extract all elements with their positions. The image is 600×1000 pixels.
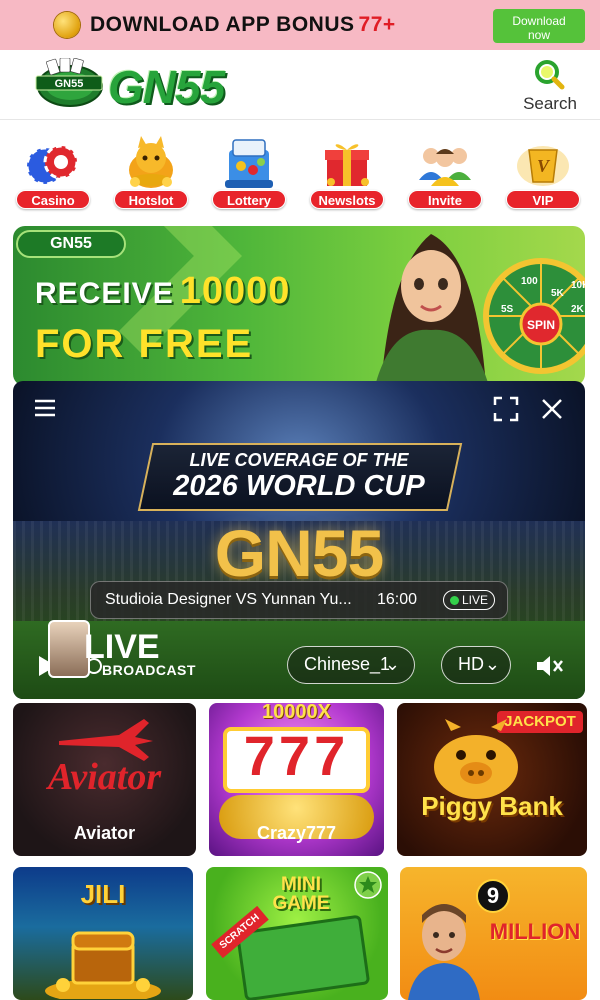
- match-name: Studioia Designer VS Yunnan Yu...: [105, 591, 352, 608]
- category-label: Lottery: [212, 190, 286, 209]
- number-badge: 9: [476, 879, 510, 913]
- spin-label: SPIN: [527, 318, 555, 332]
- svg-text:10K: 10K: [571, 280, 585, 291]
- game-tile-million[interactable]: 9 MILLION: [400, 867, 587, 1000]
- svg-text:V: V: [537, 156, 551, 176]
- bonus-amount: 77+: [358, 13, 396, 36]
- download-label-line1: Download: [512, 13, 566, 28]
- promo-headline: RECEIVE 10000: [35, 270, 291, 312]
- treasure-chest-icon: [45, 931, 161, 999]
- match-info-bar[interactable]: Studioia Designer VS Yunnan Yu... 16:00 …: [90, 581, 508, 619]
- casino-chips-icon: [25, 144, 79, 186]
- category-hotslot[interactable]: Hotslot: [111, 130, 191, 212]
- coverage-subtitle: 2026 WORLD CUP: [173, 470, 425, 502]
- coverage-title: LIVE COVERAGE OF THE: [189, 450, 409, 470]
- video-brand: GN55: [214, 516, 384, 590]
- presenter-illustration: [408, 904, 480, 1000]
- category-vip[interactable]: V VIP: [503, 130, 583, 212]
- game-tile-aviator[interactable]: Aviator Aviator: [13, 703, 196, 856]
- category-label: Casino: [16, 190, 90, 209]
- menu-icon[interactable]: [32, 395, 58, 421]
- mute-icon[interactable]: [534, 652, 564, 680]
- category-casino[interactable]: Casino: [13, 130, 93, 212]
- category-label: Hotslot: [114, 190, 188, 209]
- game-tile-crazy777[interactable]: 10000X 777 Crazy777: [209, 703, 384, 856]
- lottery-machine-icon: [225, 139, 273, 188]
- category-newslots[interactable]: Newslots: [307, 130, 387, 212]
- category-label: VIP: [506, 190, 580, 209]
- promo-amount: 10000: [179, 270, 291, 312]
- gold-coin-icon: [54, 12, 80, 38]
- game-tile-piggy-bank[interactable]: JACKPOT Piggy Bank: [397, 703, 587, 856]
- logo-badge-icon[interactable]: GN55: [30, 58, 108, 110]
- airplane-icon: [59, 719, 153, 761]
- game-name: JILI: [80, 879, 126, 909]
- svg-text:5K: 5K: [551, 288, 565, 299]
- star-icon: [354, 871, 382, 899]
- category-lottery[interactable]: Lottery: [209, 130, 289, 212]
- game-name: Aviator: [73, 823, 136, 843]
- game-name: Crazy777: [256, 823, 337, 843]
- chevron-down-icon: ⌄: [484, 654, 500, 674]
- game-name: MILLION: [489, 919, 581, 944]
- download-label-line2: now: [527, 27, 550, 42]
- language-select[interactable]: Chinese_1 ⌄: [287, 646, 415, 684]
- svg-text:2K: 2K: [571, 304, 585, 315]
- fullscreen-icon[interactable]: [492, 395, 520, 423]
- category-label: Invite: [408, 190, 482, 209]
- gift-box-icon: [325, 144, 369, 186]
- people-group-icon: [419, 148, 471, 186]
- svg-text:5S: 5S: [501, 304, 514, 315]
- aviator-logo-text: Aviator: [47, 756, 162, 798]
- category-label: Newslots: [310, 190, 384, 209]
- lucky-cat-icon: [129, 136, 173, 188]
- bonus-text: DOWNLOAD APP BONUS 77+: [90, 13, 396, 36]
- vip-crown-icon: V: [517, 146, 569, 186]
- logo-badge-text: GN55: [55, 78, 84, 90]
- logo-wordmark[interactable]: GN55: [108, 60, 225, 114]
- live-status-badge: LIVE: [443, 590, 495, 610]
- category-nav: Casino Hotslot Lottery Newslots Invite V…: [0, 130, 600, 220]
- game-tile-mini-game[interactable]: MINI GAME SCRATCH: [206, 867, 388, 1000]
- game-name: Piggy Bank: [421, 791, 563, 821]
- search-button[interactable]: Search: [518, 58, 582, 114]
- chevron-down-icon: ⌄: [384, 654, 400, 674]
- live-broadcast-subtitle: BROADCAST: [102, 662, 196, 678]
- multiplier-text: 10000X: [262, 703, 331, 723]
- search-icon: [535, 60, 565, 90]
- slot-reels-text: 777: [243, 724, 350, 787]
- promo-subheadline: FOR FREE: [35, 322, 254, 366]
- search-label: Search: [523, 94, 577, 113]
- game-tile-jili[interactable]: JILI: [13, 867, 193, 1000]
- game-name: MINI GAME: [272, 874, 330, 914]
- quality-select[interactable]: HD ⌄: [441, 646, 511, 684]
- svg-text:100: 100: [521, 276, 538, 287]
- prize-wheel-icon: 100 5K 10K 2K 5S SPIN: [483, 258, 585, 374]
- live-dot-icon: [450, 596, 459, 605]
- category-invite[interactable]: Invite: [405, 130, 485, 212]
- promo-tag: GN55: [16, 230, 126, 258]
- download-now-button[interactable]: Download now: [493, 9, 585, 43]
- match-time: 16:00: [377, 591, 418, 608]
- close-icon[interactable]: [538, 395, 566, 423]
- download-app-banner: DOWNLOAD APP BONUS 77+ Download now: [0, 0, 600, 50]
